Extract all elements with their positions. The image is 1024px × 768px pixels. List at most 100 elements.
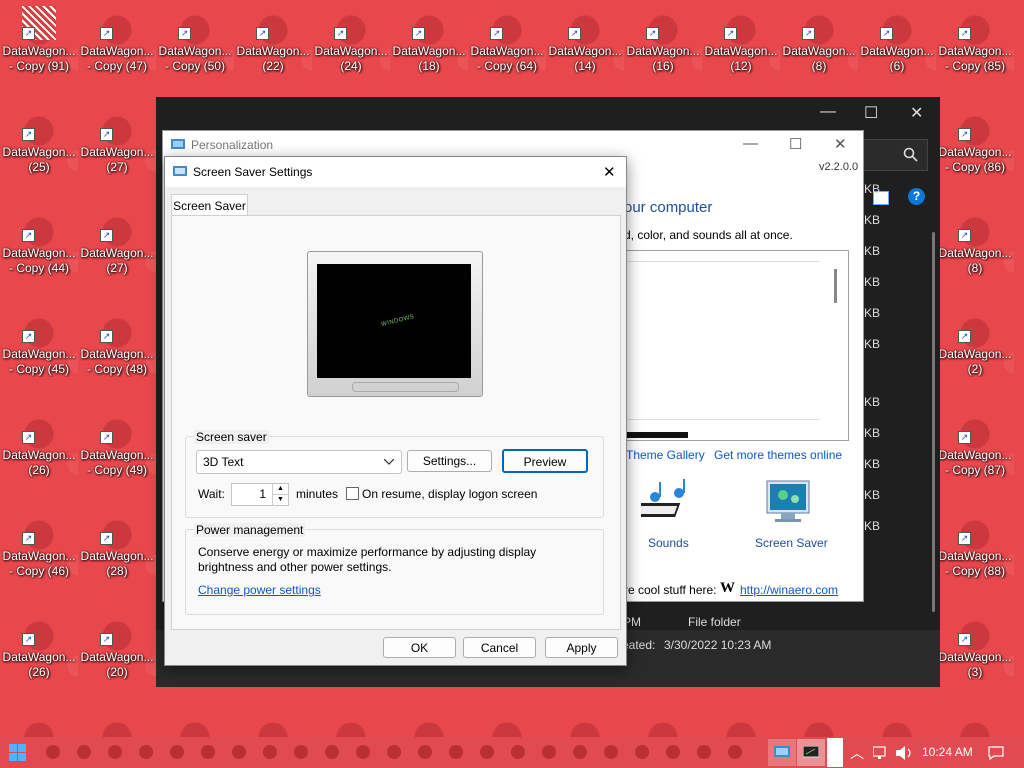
clock[interactable]: 10:24 AM [922,745,973,759]
wait-value[interactable]: 1 [259,487,266,501]
desktop-icon[interactable]: ↗ DataWagon... - Copy (85) [936,0,1014,96]
taskbar-app-icon[interactable] [635,745,649,759]
desktop-icon[interactable]: ↗ DataWagon... (16) [624,0,702,96]
taskbar-app-icon[interactable] [666,745,680,759]
taskbar-app-icon[interactable] [263,745,277,759]
desktop-icon[interactable]: ↗ DataWagon... (18) [390,0,468,96]
volume-icon[interactable] [896,746,914,760]
desktop-icon[interactable]: ↗ DataWagon... (14) [546,0,624,96]
desktop-icon[interactable]: ↗ DataWagon... - Copy (48) [78,303,156,399]
preview-button[interactable]: Preview [502,449,588,473]
taskbar-app-icon[interactable] [418,745,432,759]
taskbar-app-icon[interactable] [573,745,587,759]
desktop-icon[interactable]: ↗ DataWagon... (26) [0,404,78,500]
desktop-icon[interactable]: ↗ DataWagon... - Copy (86) [936,101,1014,197]
explorer-close-button[interactable]: ✕ [910,103,923,123]
desktop-icon[interactable]: ↗ DataWagon... - Copy (87) [936,404,1014,500]
desktop-icon[interactable]: ↗ DataWagon... - Copy (64) [468,0,546,96]
taskbar-app-icon[interactable] [170,745,184,759]
taskbar-app-icon[interactable] [108,745,122,759]
more-themes-link[interactable]: Get more themes online [714,448,842,462]
personalization-maximize-button[interactable]: ☐ [789,135,802,153]
desktop-icon[interactable]: ↗ DataWagon... - Copy (45) [0,303,78,399]
personalization-minimize-button[interactable]: — [743,135,758,152]
taskbar-app-icon[interactable] [77,745,91,759]
theme-list[interactable] [624,250,849,441]
taskbar-app-icon[interactable] [697,745,711,759]
desktop-icon-label: DataWagon... [2,448,76,462]
desktop-icon[interactable]: ↗ DataWagon... (2) [936,303,1014,399]
desktop-icon-sublabel: (20) [106,665,128,679]
stepper-up-icon[interactable]: ▲ [272,484,288,494]
desktop-icon[interactable]: ↗ DataWagon... - Copy (50) [156,0,234,96]
start-windows-icon[interactable] [9,744,27,762]
desktop-icon[interactable]: ↗ DataWagon... - Copy (88) [936,505,1014,601]
screen-saver-label[interactable]: Screen Saver [755,536,828,550]
settings-button[interactable]: Settings... [407,450,492,472]
resume-checkbox[interactable] [346,487,359,500]
desktop-icon-label: DataWagon... [80,145,154,159]
desktop-icon[interactable]: ↗ DataWagon... - Copy (46) [0,505,78,601]
theme-gallery-link[interactable]: Theme Gallery [626,448,705,462]
desktop-icon[interactable]: ↗ DataWagon... (12) [702,0,780,96]
desktop-icon[interactable]: ↗ DataWagon... (24) [312,0,390,96]
wait-stepper[interactable]: 1 ▲ ▼ [231,483,289,506]
taskbar-app-icon[interactable] [542,745,556,759]
sounds-label[interactable]: Sounds [648,536,689,550]
screen-saver-settings-dialog[interactable]: Screen Saver Settings ✕ Screen Saver WIN… [164,156,627,666]
taskbar-app-icon[interactable] [356,745,370,759]
explorer-maximize-button[interactable]: ☐ [864,103,878,123]
taskbar-app-icon[interactable] [387,745,401,759]
change-power-settings-link[interactable]: Change power settings [198,583,321,597]
desktop-icon[interactable]: ↗ DataWagon... - Copy (44) [0,202,78,298]
winaero-link[interactable]: http://winaero.com [740,583,838,597]
desktop-icon[interactable]: ↗ DataWagon... (8) [780,0,858,96]
desktop-icon[interactable]: ↗ DataWagon... (26) [0,606,78,702]
explorer-minimize-button[interactable]: — [820,103,836,121]
desktop-icon[interactable]: ↗ DataWagon... - Copy (49) [78,404,156,500]
dialog-close-button[interactable]: ✕ [603,163,616,181]
ok-button[interactable]: OK [383,637,456,658]
taskbar-app-icon[interactable] [604,745,618,759]
scrollbar[interactable] [932,232,935,612]
desktop-icon[interactable]: ↗ DataWagon... (6) [858,0,936,96]
taskbar-app-icon[interactable] [511,745,525,759]
apply-button[interactable]: Apply [545,637,618,658]
desktop-icon[interactable]: ↗ DataWagon... (28) [78,505,156,601]
chevron-up-icon[interactable]: ︿ [850,743,864,763]
taskbar-app-icon[interactable] [201,745,215,759]
desktop-icon[interactable]: ↗ DataWagon... (3) [936,606,1014,702]
theme-list-scrollbar[interactable] [834,269,837,303]
sounds-icon[interactable] [633,479,697,529]
taskbar-app-icon[interactable] [294,745,308,759]
taskbar-app-icon[interactable] [232,745,246,759]
screensaver-select[interactable]: 3D Text [196,450,402,474]
desktop-icon[interactable]: ↗ DataWagon... - Copy (47) [78,0,156,96]
network-icon[interactable] [873,746,889,760]
cancel-button[interactable]: Cancel [463,637,536,658]
tab-screen-saver[interactable]: Screen Saver [171,194,248,217]
desktop-icon[interactable]: ↗ DataWagon... (27) [78,101,156,197]
taskbar-screensaver-button[interactable] [797,739,825,766]
taskbar-app-icon[interactable] [139,745,153,759]
personalization-close-button[interactable]: ✕ [834,135,847,153]
desktop-icon[interactable]: ↗ DataWagon... (25) [0,101,78,197]
desktop-icon[interactable]: ↗ DataWagon... - Copy (91) [0,0,78,96]
desktop-icon[interactable]: ↗ DataWagon... (22) [234,0,312,96]
desktop-icon[interactable]: ↗ DataWagon... (20) [78,606,156,702]
taskbar-app-icon[interactable] [449,745,463,759]
stepper-down-icon[interactable]: ▼ [272,494,288,505]
taskbar-personalization-button[interactable] [768,739,796,766]
taskbar-app-icon[interactable] [728,745,742,759]
theme-list-hscroll[interactable] [625,432,688,438]
taskbar-app-icon[interactable] [480,745,494,759]
notification-icon[interactable] [988,746,1004,760]
help-icon[interactable]: ? [908,188,925,205]
desktop-icon[interactable]: ↗ DataWagon... (8) [936,202,1014,298]
taskbar-blank-button[interactable] [827,738,843,767]
explorer-search-box[interactable] [862,139,928,171]
desktop-icon[interactable]: ↗ DataWagon... (27) [78,202,156,298]
taskbar-app-icon[interactable] [325,745,339,759]
screen-saver-icon[interactable] [763,479,819,529]
taskbar-app-icon[interactable] [46,745,60,759]
